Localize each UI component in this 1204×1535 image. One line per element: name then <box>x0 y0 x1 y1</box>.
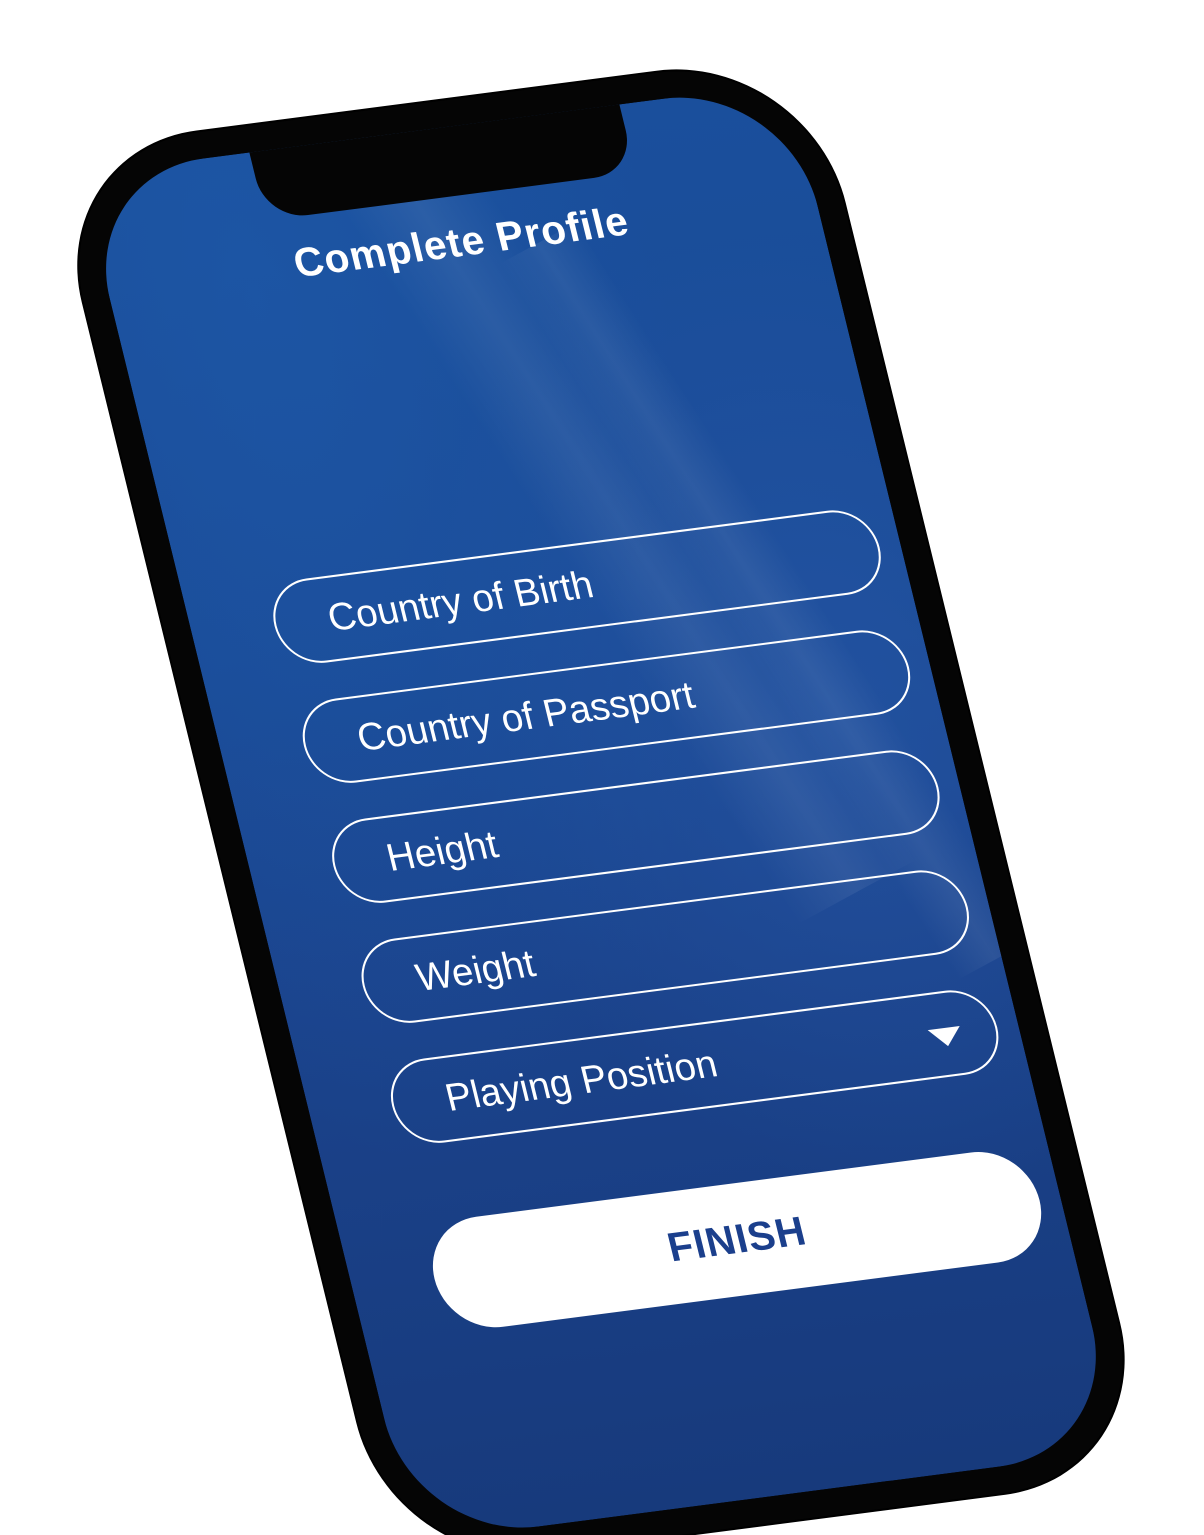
playing-position-placeholder: Playing Position <box>441 1042 722 1120</box>
weight-placeholder: Weight <box>411 942 540 1000</box>
phone-frame: Complete Profile Country of Birth Countr… <box>47 53 1155 1535</box>
country-of-birth-placeholder: Country of Birth <box>323 563 598 640</box>
height-placeholder: Height <box>382 823 503 880</box>
stage: Complete Profile Country of Birth Countr… <box>0 0 1204 1535</box>
country-of-passport-placeholder: Country of Passport <box>352 674 699 760</box>
finish-button[interactable]: FINISH <box>421 1145 1054 1334</box>
dropdown-triangle-icon <box>927 1025 965 1049</box>
app-screen: Complete Profile Country of Birth Countr… <box>79 82 1123 1535</box>
